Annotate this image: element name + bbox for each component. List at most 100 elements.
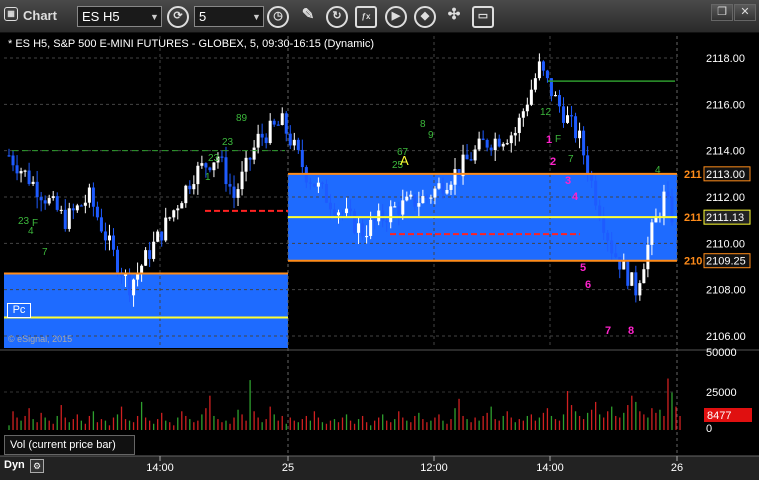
candle-body bbox=[252, 147, 256, 160]
chart-toolbar: ▦ Chart ES H5 ▼ ⟳ 5 ▼ ◷ ✎ ↻ ƒx ▶ ◆ ✣ ▭ ❐… bbox=[0, 0, 759, 33]
candle-body bbox=[541, 61, 545, 71]
shape-icon[interactable]: ◆ bbox=[414, 6, 436, 28]
candle-body bbox=[586, 155, 590, 175]
candle-body bbox=[288, 133, 292, 146]
price-axis-tick: 2118.00 bbox=[706, 53, 745, 65]
candle-body bbox=[240, 171, 244, 190]
volume-pane-label[interactable]: Vol (current price bar) bbox=[4, 435, 135, 455]
setup-count-label: 4 bbox=[655, 165, 661, 176]
study-icon[interactable]: ƒx bbox=[355, 6, 377, 28]
candle-body bbox=[59, 209, 63, 212]
setup-count-label: 8 bbox=[420, 119, 426, 130]
cycle-icon[interactable]: ↻ bbox=[326, 6, 348, 28]
countdown-label: 3 bbox=[565, 175, 571, 187]
candle-body bbox=[537, 61, 541, 79]
candle-body bbox=[43, 200, 47, 204]
link-icon[interactable]: ✣ bbox=[443, 6, 465, 28]
candle-body bbox=[164, 217, 168, 241]
candle-body bbox=[473, 149, 477, 161]
candle-body bbox=[409, 194, 413, 197]
candle-body bbox=[377, 210, 381, 222]
countdown-label: 2 bbox=[550, 156, 556, 168]
clock-icon[interactable]: ◷ bbox=[267, 6, 289, 28]
candle-body bbox=[525, 104, 529, 112]
candle-body bbox=[39, 197, 43, 201]
candle-body bbox=[99, 217, 103, 232]
candle-body bbox=[606, 232, 610, 241]
candle-body bbox=[353, 211, 357, 233]
candle-body bbox=[545, 70, 549, 79]
price-tag-label: 2113.00 bbox=[706, 169, 745, 181]
candle-body bbox=[276, 124, 280, 126]
candle-body bbox=[71, 208, 75, 211]
candle-body bbox=[614, 253, 618, 258]
candle-body bbox=[349, 208, 353, 212]
candle-body bbox=[224, 157, 228, 185]
setup-count-label: F bbox=[32, 218, 38, 229]
candle-body bbox=[405, 196, 409, 201]
candle-body bbox=[232, 186, 236, 198]
candle-body bbox=[87, 187, 91, 203]
candle-body bbox=[666, 191, 670, 197]
candle-body bbox=[236, 189, 240, 198]
candle-body bbox=[328, 202, 332, 210]
candle-body bbox=[316, 182, 320, 187]
refresh-icon[interactable]: ⟳ bbox=[167, 6, 189, 28]
price-axis-tick: 2106.00 bbox=[706, 331, 746, 343]
interval-dropdown-icon[interactable]: ▼ bbox=[252, 12, 261, 22]
setup-count-label: 23 bbox=[222, 137, 234, 148]
dynamic-settings-icon[interactable]: ⚙ bbox=[30, 459, 44, 473]
candle-body bbox=[200, 163, 204, 166]
candle-body bbox=[457, 169, 461, 177]
candle-body bbox=[501, 143, 505, 147]
candle-body bbox=[15, 165, 19, 174]
candle-body bbox=[19, 171, 23, 174]
price-axis-tick: 2116.00 bbox=[706, 99, 745, 111]
symbol-dropdown-icon[interactable]: ▼ bbox=[150, 12, 159, 22]
close-button[interactable]: ✕ bbox=[734, 4, 756, 21]
candle-body bbox=[638, 283, 642, 296]
candle-body bbox=[63, 209, 67, 229]
setup-count-label: 12 bbox=[540, 107, 552, 118]
setup-count-label: 7 bbox=[568, 154, 574, 165]
candle-body bbox=[622, 261, 626, 270]
time-axis-tick: 26 bbox=[671, 462, 683, 474]
candle-body bbox=[594, 180, 598, 206]
candle-body bbox=[83, 202, 87, 206]
setup-count-label: F bbox=[555, 134, 561, 145]
restore-button[interactable]: ❐ bbox=[711, 4, 733, 21]
time-axis-tick: 25 bbox=[282, 462, 294, 474]
countdown-label: 8 bbox=[628, 325, 634, 337]
pencil-icon[interactable]: ✎ bbox=[297, 6, 319, 28]
note-icon[interactable]: ▭ bbox=[472, 6, 494, 28]
candle-body bbox=[260, 133, 264, 138]
candle-body bbox=[47, 198, 51, 204]
price-line-tag: 211 bbox=[684, 212, 702, 224]
candle-body bbox=[513, 132, 517, 136]
play-icon[interactable]: ▶ bbox=[385, 6, 407, 28]
setup-count-label: 1 bbox=[205, 172, 211, 183]
price-tag-label: 2111.13 bbox=[706, 212, 744, 224]
candle-body bbox=[445, 189, 449, 194]
candle-body bbox=[192, 184, 196, 190]
candle-body bbox=[453, 169, 457, 185]
dynamic-label[interactable]: Dyn bbox=[4, 459, 25, 471]
time-axis-tick: 14:00 bbox=[536, 462, 564, 474]
candle-body bbox=[23, 170, 27, 172]
candle-body bbox=[115, 249, 120, 273]
candle-body bbox=[642, 269, 646, 284]
candle-body bbox=[578, 130, 582, 139]
candle-body bbox=[160, 231, 164, 241]
candle-body bbox=[361, 223, 365, 237]
price-chart[interactable]: 2347F123238989672512F74A1234567 8 2106.002… bbox=[0, 33, 759, 480]
candle-body bbox=[7, 155, 11, 157]
session-marker-a: A bbox=[400, 153, 409, 168]
countdown-label: 5 bbox=[580, 262, 586, 274]
candle-body bbox=[308, 182, 312, 184]
candle-body bbox=[156, 231, 160, 242]
candle-body bbox=[433, 188, 437, 198]
candle-body bbox=[590, 174, 594, 181]
candle-body bbox=[196, 165, 200, 185]
candle-body bbox=[132, 279, 136, 296]
candle-body bbox=[312, 183, 316, 187]
